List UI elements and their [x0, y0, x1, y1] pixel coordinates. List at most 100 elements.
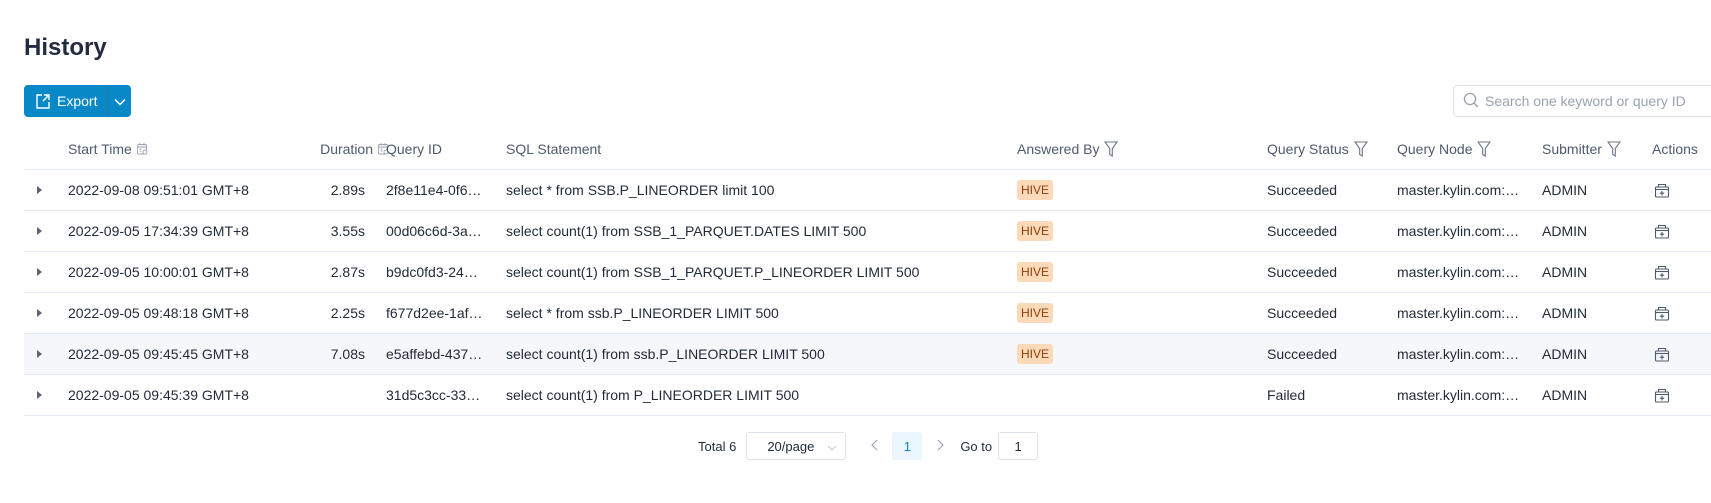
query-status: Succeeded	[1267, 211, 1337, 251]
add-to-favorites-kit-icon[interactable]	[1654, 306, 1670, 321]
duration: 2.89s	[254, 170, 365, 210]
table-body: 2022-09-08 09:51:01 GMT+8 2.89s 2f8e11e4…	[24, 170, 1711, 416]
expand-row-toggle[interactable]	[37, 211, 49, 251]
start-time: 2022-09-05 17:34:39 GMT+8	[68, 211, 249, 251]
page-title: History	[24, 34, 107, 62]
answered-by-tag: HIVE	[1017, 303, 1053, 323]
answered-by-tag: HIVE	[1017, 344, 1053, 364]
answered-by-tag: HIVE	[1017, 262, 1053, 282]
column-header-sql: SQL Statement	[506, 128, 601, 169]
filter-icon[interactable]	[1354, 141, 1368, 157]
column-header-submitter: Submitter	[1542, 128, 1621, 169]
start-time: 2022-09-05 09:45:39 GMT+8	[68, 375, 249, 415]
caret-right-icon[interactable]	[37, 227, 42, 235]
start-time: 2022-09-05 09:48:18 GMT+8	[68, 293, 249, 333]
add-to-favorites-kit-icon[interactable]	[1654, 388, 1670, 403]
actions-cell	[1652, 170, 1670, 210]
expand-row-toggle[interactable]	[37, 375, 49, 415]
query-node: master.kylin.com:…	[1397, 252, 1519, 292]
add-to-favorites-kit-icon[interactable]	[1654, 224, 1670, 239]
query-id[interactable]: 2f8e11e4-0f6…	[386, 170, 481, 210]
table-row[interactable]: 2022-09-05 10:00:01 GMT+8 2.87s b9dc0fd3…	[24, 252, 1711, 293]
expand-row-toggle[interactable]	[37, 170, 49, 210]
chevron-right-icon	[937, 439, 944, 454]
query-status: Succeeded	[1267, 334, 1337, 374]
query-id[interactable]: f677d2ee-1af…	[386, 293, 483, 333]
expand-row-toggle[interactable]	[37, 252, 49, 292]
query-node: master.kylin.com:…	[1397, 211, 1519, 251]
page-size-value: 20/page	[767, 439, 814, 454]
query-status: Succeeded	[1267, 252, 1337, 292]
chevron-left-icon	[871, 439, 878, 454]
query-id[interactable]: 31d5c3cc-33…	[386, 375, 480, 415]
actions-cell	[1652, 334, 1670, 374]
expand-row-toggle[interactable]	[37, 334, 49, 374]
query-node: master.kylin.com:…	[1397, 375, 1519, 415]
query-id[interactable]: 00d06c6d-3a…	[386, 211, 482, 251]
caret-right-icon[interactable]	[37, 309, 42, 317]
submitter: ADMIN	[1542, 252, 1587, 292]
search-input[interactable]	[1485, 93, 1711, 109]
table-row[interactable]: 2022-09-05 09:45:45 GMT+8 7.08s e5affebd…	[24, 334, 1711, 375]
add-to-favorites-kit-icon[interactable]	[1654, 347, 1670, 362]
duration: 7.08s	[254, 334, 365, 374]
table-row[interactable]: 2022-09-05 17:34:39 GMT+8 3.55s 00d06c6d…	[24, 211, 1711, 252]
table-row[interactable]: 2022-09-05 09:48:18 GMT+8 2.25s f677d2ee…	[24, 293, 1711, 334]
column-header-query-node: Query Node	[1397, 128, 1491, 169]
answered-by: HIVE	[1017, 211, 1053, 251]
table-row[interactable]: 2022-09-05 09:45:39 GMT+8 31d5c3cc-33… s…	[24, 375, 1711, 416]
column-header-answered-by: Answered By	[1017, 128, 1118, 169]
filter-icon[interactable]	[1477, 141, 1491, 157]
actions-cell	[1652, 211, 1670, 251]
caret-right-icon[interactable]	[37, 391, 42, 399]
actions-cell	[1652, 293, 1670, 333]
start-time: 2022-09-08 09:51:01 GMT+8	[68, 170, 249, 210]
search-icon	[1463, 92, 1479, 111]
start-time: 2022-09-05 09:45:45 GMT+8	[68, 334, 249, 374]
filter-icon[interactable]	[1607, 141, 1621, 157]
filter-icon[interactable]	[1104, 141, 1118, 157]
caret-right-icon[interactable]	[37, 268, 42, 276]
expand-row-toggle[interactable]	[37, 293, 49, 333]
query-id[interactable]: b9dc0fd3-24…	[386, 252, 478, 292]
answered-by-tag: HIVE	[1017, 221, 1053, 241]
column-header-query-id: Query ID	[386, 128, 442, 169]
add-to-favorites-kit-icon[interactable]	[1654, 265, 1670, 280]
caret-right-icon[interactable]	[37, 350, 42, 358]
export-dropdown-toggle[interactable]	[107, 85, 131, 117]
query-id[interactable]: e5affebd-437…	[386, 334, 482, 374]
calendar-sort-icon[interactable]	[137, 143, 148, 155]
export-label: Export	[57, 93, 97, 109]
start-time: 2022-09-05 10:00:01 GMT+8	[68, 252, 249, 292]
chevron-down-icon	[114, 93, 126, 109]
query-status: Failed	[1267, 375, 1305, 415]
sql-statement: select * from SSB.P_LINEORDER limit 100	[506, 170, 774, 210]
add-to-favorites-kit-icon[interactable]	[1654, 183, 1670, 198]
prev-page-button[interactable]	[860, 432, 888, 460]
actions-cell	[1652, 252, 1670, 292]
duration: 2.25s	[254, 293, 365, 333]
export-icon	[34, 92, 52, 110]
query-status: Succeeded	[1267, 170, 1337, 210]
goto-page-input[interactable]	[998, 432, 1038, 460]
table-row[interactable]: 2022-09-08 09:51:01 GMT+8 2.89s 2f8e11e4…	[24, 170, 1711, 211]
answered-by: HIVE	[1017, 170, 1053, 210]
sql-statement: select count(1) from ssb.P_LINEORDER LIM…	[506, 334, 825, 374]
submitter: ADMIN	[1542, 334, 1587, 374]
page-size-select[interactable]: 20/page	[746, 432, 846, 460]
next-page-button[interactable]	[926, 432, 954, 460]
answered-by: HIVE	[1017, 334, 1053, 374]
query-status: Succeeded	[1267, 293, 1337, 333]
export-button[interactable]: Export	[24, 85, 107, 117]
page-number-current[interactable]: 1	[892, 432, 922, 460]
search-box	[1453, 85, 1711, 117]
caret-right-icon[interactable]	[37, 186, 42, 194]
submitter: ADMIN	[1542, 211, 1587, 251]
column-header-start-time[interactable]: Start Time	[68, 128, 148, 169]
sql-statement: select count(1) from SSB_1_PARQUET.P_LIN…	[506, 252, 919, 292]
sql-statement: select count(1) from SSB_1_PARQUET.DATES…	[506, 211, 866, 251]
export-button-group: Export	[24, 85, 131, 117]
column-header-duration[interactable]: Duration	[254, 128, 389, 169]
column-header-actions: Actions	[1652, 128, 1698, 169]
submitter: ADMIN	[1542, 170, 1587, 210]
